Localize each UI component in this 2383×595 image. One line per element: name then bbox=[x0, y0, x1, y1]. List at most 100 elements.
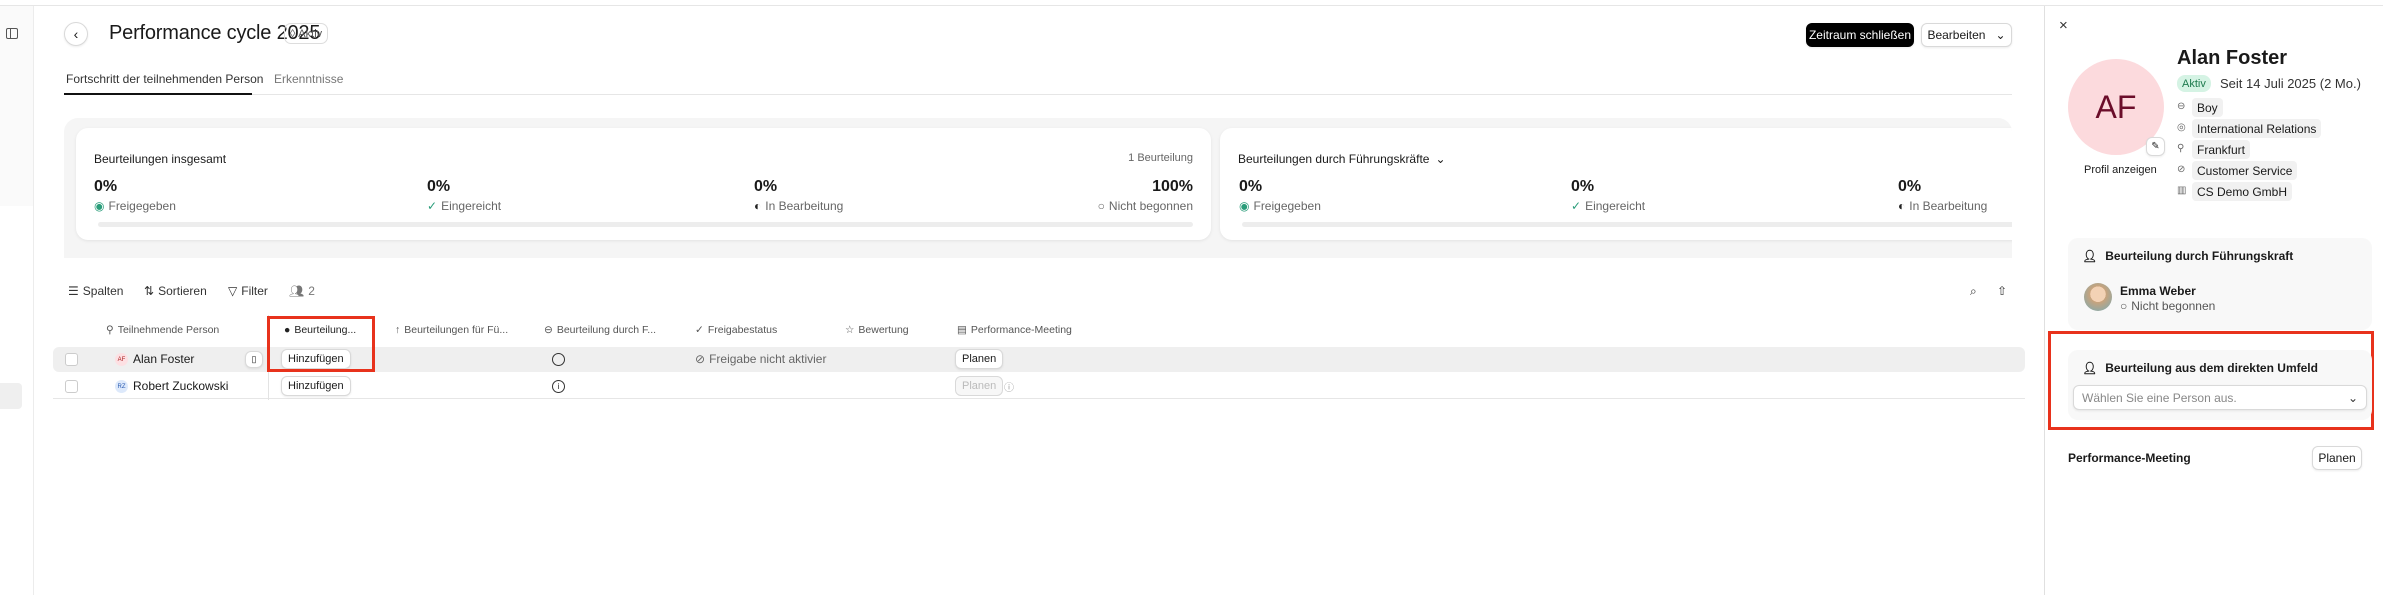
active-tab-indicator bbox=[64, 93, 252, 95]
manager-review-status: ○ Nicht begonnen bbox=[2120, 299, 2215, 313]
sidebar-item-selected[interactable] bbox=[0, 383, 22, 409]
header-label: Teilnehmende Person bbox=[117, 324, 220, 336]
stat-value: 0% bbox=[1898, 178, 1922, 195]
column-header-rating[interactable]: ☆ Bewertung bbox=[845, 324, 909, 336]
attribute-chip: International Relations bbox=[2192, 119, 2322, 138]
info-icon: i bbox=[552, 380, 565, 393]
calendar-icon: ▤ bbox=[957, 324, 967, 336]
attribute-chip: Frankfurt bbox=[2192, 140, 2251, 159]
stat-label: Freigegeben bbox=[1253, 199, 1321, 213]
stat-released: 0% ◉ Freigegeben bbox=[94, 178, 176, 213]
stat-value: 0% bbox=[94, 178, 118, 195]
column-header-manager-review[interactable]: ⊖ Beurteilung durch F... bbox=[544, 324, 656, 336]
release-label: Freigabe nicht aktivier bbox=[709, 352, 827, 366]
stat-submitted: 0% ✓ Eingereicht bbox=[1571, 178, 1645, 213]
stat-label: Freigegeben bbox=[108, 199, 176, 213]
table-row[interactable]: RZ Robert Zuckowski Hinzufügen i Planen … bbox=[53, 374, 2025, 399]
tab-progress[interactable]: Fortschritt der teilnehmenden Person bbox=[66, 72, 263, 86]
peer-select-dropdown[interactable]: Wählen Sie eine Person aus. ⌄ bbox=[2073, 385, 2367, 410]
avatar: AF bbox=[115, 353, 128, 366]
sidebar-toggle-icon[interactable] bbox=[6, 28, 18, 39]
close-period-button[interactable]: Zeitraum schließen bbox=[1806, 23, 1914, 47]
attribute-chip: Customer Service bbox=[2192, 161, 2298, 180]
edit-label: Bearbeiten bbox=[1927, 28, 1986, 42]
schedule-meeting-button-disabled: Planen bbox=[955, 376, 1004, 396]
progress-bar bbox=[1242, 222, 2012, 227]
participant-name[interactable]: Robert Zuckowski bbox=[133, 379, 228, 393]
half-circle-icon: ◐ bbox=[754, 199, 762, 213]
manager-avatar bbox=[2084, 283, 2112, 311]
release-status: ⊘ Freigabe nicht aktivier bbox=[695, 352, 826, 366]
stat-label: Nicht begonnen bbox=[1108, 199, 1193, 213]
back-button[interactable]: ‹ bbox=[64, 22, 88, 46]
edit-button[interactable]: Bearbeiten ⌄ bbox=[1921, 23, 2012, 47]
manager-filter-dropdown[interactable]: Beurteilungen durch Führungskräfte ⌄ bbox=[1238, 152, 1446, 166]
stats-section: Beurteilungen insgesamt 1 Beurteilung 0%… bbox=[64, 118, 2012, 258]
section-title: 👤︎ Beurteilung durch Führungskraft bbox=[2082, 249, 2293, 263]
edit-avatar-button[interactable]: ✎ bbox=[2146, 137, 2165, 156]
participants-count[interactable]: 👥︎ 2 bbox=[289, 284, 315, 298]
schedule-meeting-button[interactable]: Planen bbox=[2312, 446, 2362, 470]
eye-off-icon: ⊘ bbox=[695, 352, 706, 366]
team-icon: ⊘ bbox=[2177, 164, 2186, 175]
not-started-icon bbox=[552, 353, 565, 366]
check-circle-icon: ✓ bbox=[1571, 199, 1582, 213]
export-button[interactable]: ⇧ bbox=[1997, 284, 2007, 298]
column-header-meeting[interactable]: ▤ Performance-Meeting bbox=[957, 324, 1072, 336]
star-icon: ☆ bbox=[845, 324, 855, 336]
column-header-upward-review[interactable]: ↑ Beurteilungen für Fü... bbox=[395, 324, 508, 336]
stat-in-progress: 0% ◐ In Bearbeitung bbox=[1898, 178, 1987, 213]
manager-reviews-card: Beurteilungen durch Führungskräfte ⌄ 0% ◉ F… bbox=[1220, 128, 2012, 240]
attribute-chip: CS Demo GmbH bbox=[2192, 182, 2293, 201]
open-panel-button[interactable]: ▯ bbox=[245, 351, 263, 368]
card-title: Beurteilungen insgesamt bbox=[94, 152, 227, 166]
since-date: Seit 14 Juli 2025 (2 Mo.) bbox=[2220, 76, 2361, 91]
avatar: RZ bbox=[115, 380, 128, 393]
header-label: Freigabestatus bbox=[707, 324, 778, 336]
row-checkbox[interactable] bbox=[65, 353, 78, 366]
manager-name: Emma Weber bbox=[2120, 284, 2196, 298]
info-icon[interactable]: ⓘ bbox=[1004, 379, 1014, 394]
header-label: Beurteilungen für Fü... bbox=[404, 324, 509, 336]
participant-name[interactable]: Alan Foster bbox=[133, 352, 194, 366]
columns-button[interactable]: ☰ Spalten bbox=[68, 284, 123, 298]
sort-icon: ⇅ bbox=[144, 284, 155, 298]
title-label: Beurteilung aus dem direkten Umfeld bbox=[2105, 361, 2318, 375]
stat-label: Eingereicht bbox=[1585, 199, 1646, 213]
close-icon[interactable]: × bbox=[2059, 17, 2068, 34]
stat-value: 0% bbox=[427, 178, 451, 195]
status-label: Aktiv bbox=[298, 27, 323, 40]
check-circle-icon: ✓ bbox=[427, 199, 438, 213]
sort-label: Sortieren bbox=[158, 284, 207, 298]
sort-button[interactable]: ⇅ Sortieren bbox=[144, 284, 207, 298]
columns-label: Spalten bbox=[82, 284, 124, 298]
search-button[interactable]: ⌕ bbox=[1970, 284, 1977, 299]
search-icon: ⌕ bbox=[1970, 284, 1977, 298]
add-person-icon: 👤︎ bbox=[2082, 361, 2098, 375]
view-profile-link[interactable]: Profil anzeigen bbox=[2084, 164, 2157, 176]
stat-not-started: 100% ○ Nicht begonnen bbox=[1098, 178, 1193, 213]
column-header-participant[interactable]: ⚲ Teilnehmende Person bbox=[106, 324, 219, 336]
schedule-meeting-button[interactable]: Planen bbox=[955, 349, 1004, 369]
attribute-chip: Boy bbox=[2192, 98, 2223, 117]
manager-icon: 👤︎ bbox=[2082, 249, 2098, 263]
column-header-release-status[interactable]: ✓ Freigabestatus bbox=[695, 324, 777, 336]
released-icon: ◉ bbox=[1239, 199, 1250, 213]
count-label: 2 bbox=[308, 284, 315, 298]
manager-icon: ⊖ bbox=[544, 324, 553, 336]
dropdown-placeholder: Wählen Sie eine Person aus. bbox=[2082, 390, 2237, 405]
stat-label: Eingereicht bbox=[441, 199, 502, 213]
stat-submitted: 0% ✓ Eingereicht bbox=[427, 178, 501, 213]
people-icon: 👥︎ bbox=[289, 284, 305, 298]
stat-value: 0% bbox=[1571, 178, 1595, 195]
empty-circle-icon: ○ bbox=[1097, 199, 1105, 213]
department-icon: ◎ bbox=[2177, 122, 2186, 133]
review-count: 1 Beurteilung bbox=[1128, 152, 1193, 164]
row-checkbox[interactable] bbox=[65, 380, 78, 393]
add-review-button[interactable]: Hinzufügen bbox=[281, 376, 351, 396]
header-label: Bewertung bbox=[858, 324, 909, 336]
tab-insights[interactable]: Erkenntnisse bbox=[274, 72, 343, 86]
active-badge: Aktiv bbox=[2177, 75, 2211, 92]
filter-button[interactable]: ▽ Filter bbox=[228, 284, 268, 298]
list-icon: ☰ bbox=[68, 284, 79, 298]
